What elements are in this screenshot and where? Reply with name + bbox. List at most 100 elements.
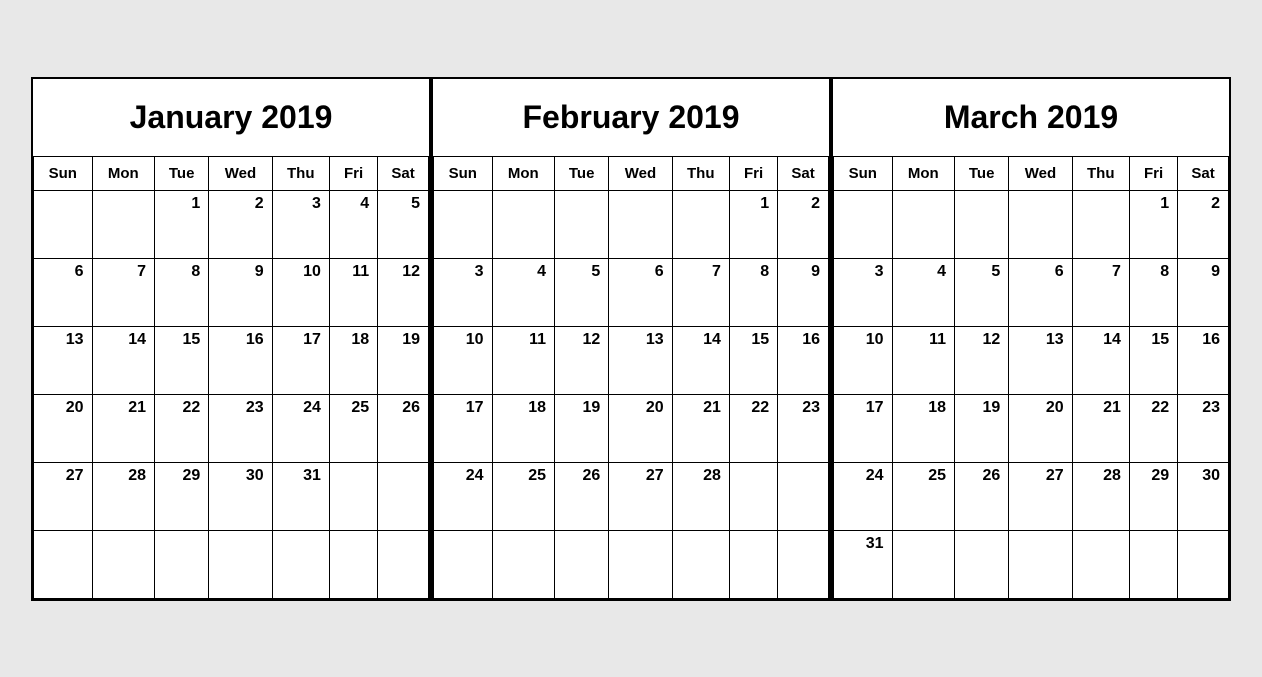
calendar-cell: 30 [209,462,272,530]
calendar-cell: 24 [834,462,893,530]
day-header-fri: Fri [1129,156,1177,190]
calendar-cell [34,190,93,258]
calendar-cell: 4 [329,190,377,258]
calendar-cell: 2 [1178,190,1229,258]
calendar-cell [378,530,429,598]
calendar-cell: 24 [434,462,493,530]
calendar-cell: 22 [729,394,777,462]
calendar-cell [92,530,154,598]
calendar-cell: 25 [892,462,954,530]
calendar-cell: 9 [209,258,272,326]
calendar-cell [378,462,429,530]
calendar-cell: 21 [92,394,154,462]
calendar-cell: 7 [672,258,729,326]
calendar-cell [672,190,729,258]
calendar-cell: 19 [555,394,609,462]
calendar-cell: 11 [329,258,377,326]
calendar-cell: 8 [729,258,777,326]
day-header-thu: Thu [672,156,729,190]
calendar-cell: 10 [834,326,893,394]
calendar-cell: 26 [955,462,1009,530]
day-header-tue: Tue [555,156,609,190]
calendar-cell: 20 [609,394,672,462]
calendar-cell [555,190,609,258]
calendar-cell: 13 [609,326,672,394]
calendar-cell [555,530,609,598]
calendar-cell [92,190,154,258]
calendar-title-march-2019: March 2019 [833,79,1229,156]
calendar-cell: 30 [1178,462,1229,530]
calendar-cell: 6 [1009,258,1072,326]
calendar-cell: 11 [492,326,554,394]
calendar-cell: 27 [34,462,93,530]
calendar-cell: 19 [378,326,429,394]
calendar-cell: 15 [1129,326,1177,394]
day-header-fri: Fri [729,156,777,190]
calendar-cell: 15 [729,326,777,394]
calendar-cell [329,530,377,598]
calendar-cell [492,530,554,598]
calendar-cell [434,530,493,598]
day-header-sat: Sat [778,156,829,190]
calendar-title-february-2019: February 2019 [433,79,829,156]
calendar-cell: 3 [272,190,329,258]
calendar-cell [1178,530,1229,598]
day-header-thu: Thu [272,156,329,190]
calendar-cell: 23 [209,394,272,462]
calendar-cell: 17 [434,394,493,462]
day-header-sun: Sun [834,156,893,190]
calendar-cell: 10 [272,258,329,326]
day-header-tue: Tue [955,156,1009,190]
calendar-cell: 27 [609,462,672,530]
calendar-cell [609,190,672,258]
calendar-cell [209,530,272,598]
calendar-cell: 18 [492,394,554,462]
calendar-cell: 26 [555,462,609,530]
calendar-cell: 13 [1009,326,1072,394]
calendar-cell: 19 [955,394,1009,462]
calendar-cell: 8 [155,258,209,326]
calendar-cell: 31 [272,462,329,530]
day-header-wed: Wed [1009,156,1072,190]
day-header-sun: Sun [34,156,93,190]
calendar-cell: 6 [609,258,672,326]
calendar-table-march-2019: SunMonTueWedThuFriSat1234567891011121314… [833,156,1229,599]
calendar-table-february-2019: SunMonTueWedThuFriSat1234567891011121314… [433,156,829,599]
calendar-cell: 23 [778,394,829,462]
calendar-cell: 7 [1072,258,1129,326]
calendar-cell: 16 [1178,326,1229,394]
day-header-wed: Wed [609,156,672,190]
calendar-february-2019: February 2019SunMonTueWedThuFriSat123456… [431,77,831,601]
calendar-cell: 3 [434,258,493,326]
calendar-cell: 4 [492,258,554,326]
calendar-cell: 13 [34,326,93,394]
calendar-cell: 9 [1178,258,1229,326]
calendar-cell: 16 [209,326,272,394]
calendar-cell: 28 [672,462,729,530]
calendar-cell [155,530,209,598]
calendar-cell: 1 [1129,190,1177,258]
calendar-cell: 26 [378,394,429,462]
day-header-mon: Mon [492,156,554,190]
calendar-cell: 23 [1178,394,1229,462]
calendar-cell: 17 [834,394,893,462]
calendar-cell: 27 [1009,462,1072,530]
calendar-cell: 8 [1129,258,1177,326]
day-header-fri: Fri [329,156,377,190]
day-header-tue: Tue [155,156,209,190]
calendar-cell: 1 [155,190,209,258]
calendar-cell: 14 [1072,326,1129,394]
calendar-cell [329,462,377,530]
calendar-cell: 20 [34,394,93,462]
calendar-cell: 24 [272,394,329,462]
calendar-cell [492,190,554,258]
day-header-thu: Thu [1072,156,1129,190]
calendar-cell [778,530,829,598]
day-header-sat: Sat [378,156,429,190]
calendar-cell [272,530,329,598]
calendar-cell: 20 [1009,394,1072,462]
calendar-cell [892,530,954,598]
day-header-sun: Sun [434,156,493,190]
calendar-cell: 15 [155,326,209,394]
calendar-cell: 2 [209,190,272,258]
